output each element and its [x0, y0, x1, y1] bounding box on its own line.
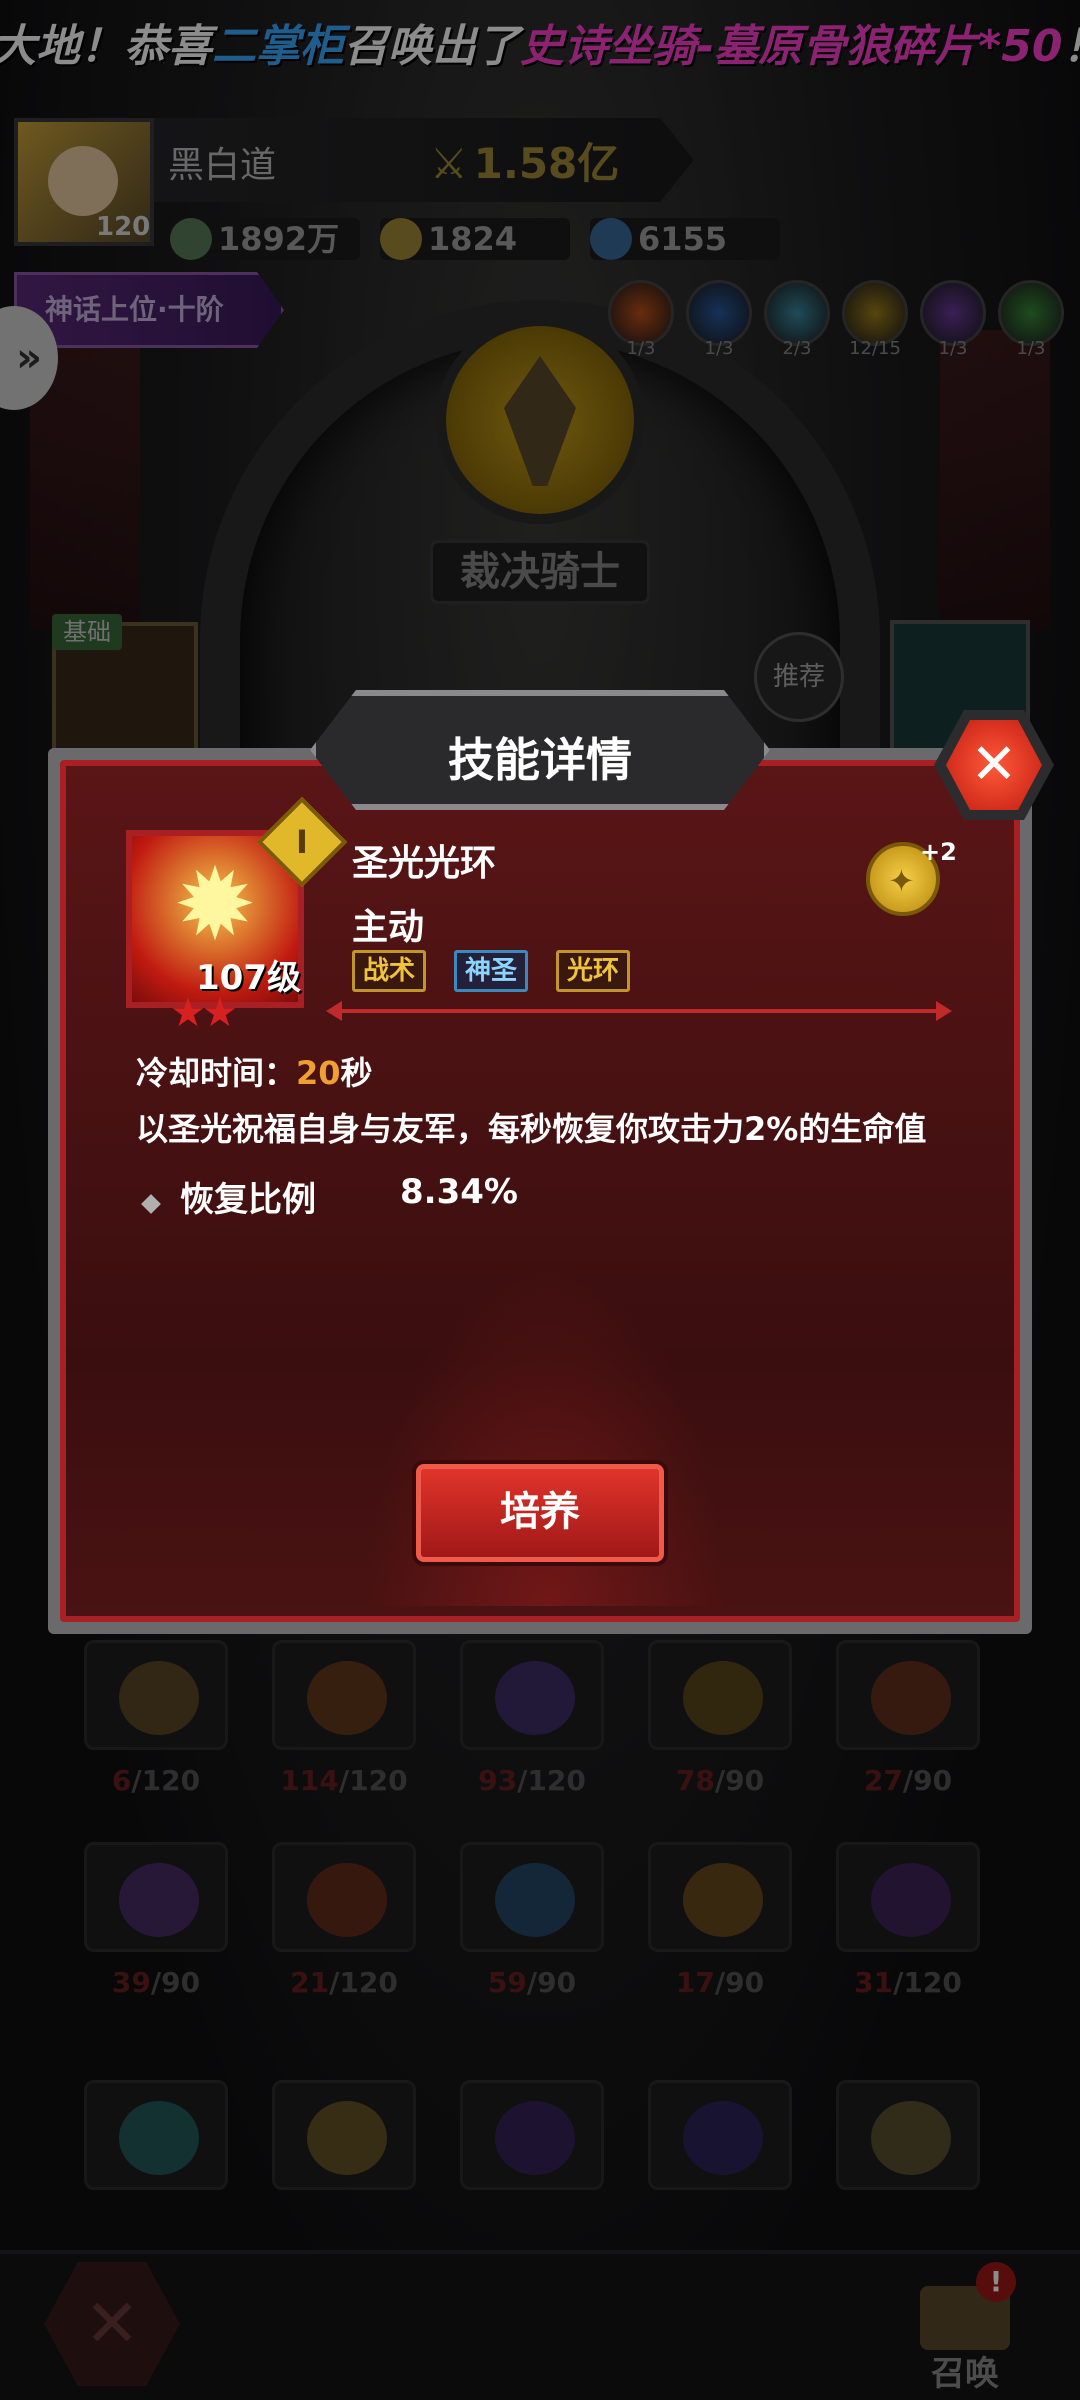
star-rating: ★★: [170, 990, 238, 1036]
diamond-bullet-icon: [141, 1194, 161, 1214]
skill-type: 主动: [352, 907, 425, 948]
close-icon: ✕: [946, 720, 1042, 810]
modal-title: 技能详情: [448, 733, 632, 787]
skill-tag: 战术: [352, 950, 427, 992]
star-icon: ★: [170, 990, 206, 1036]
sparkle-icon: ✦: [888, 862, 915, 900]
upgrade-count: +2: [920, 838, 957, 866]
arrow-divider: [326, 1001, 952, 1021]
upgrade-medal-icon[interactable]: ✦ +2: [866, 838, 957, 916]
stat-label: 恢复比例: [180, 1180, 316, 1220]
skill-description: 以圣光祝福自身与友军，每秒恢复你攻击力2%的生命值: [136, 1110, 927, 1148]
stat-row: 恢复比例: [136, 1172, 316, 1221]
stat-value: 8.34%: [400, 1172, 518, 1212]
rank-badge-text: I: [296, 823, 308, 861]
train-button[interactable]: 培养: [416, 1464, 664, 1562]
cooldown-unit: 秒: [340, 1054, 373, 1092]
skill-name: 圣光光环: [352, 843, 497, 884]
cooldown-value: 20: [296, 1054, 341, 1092]
star-icon: ★: [201, 990, 238, 1036]
skill-tag: 光环: [556, 950, 631, 992]
cooldown-label: 冷却时间：: [136, 1054, 297, 1092]
skill-tag: 神圣: [454, 950, 529, 992]
cooldown-row: 冷却时间：20秒: [136, 1048, 373, 1094]
